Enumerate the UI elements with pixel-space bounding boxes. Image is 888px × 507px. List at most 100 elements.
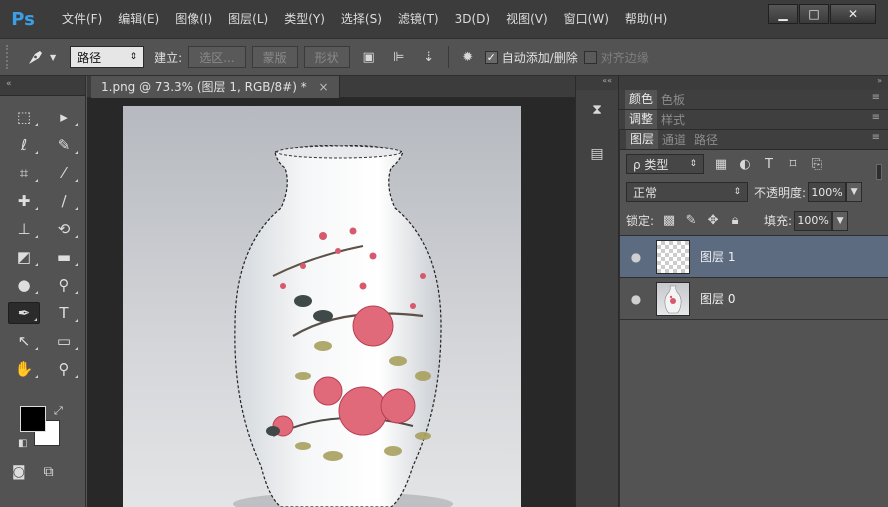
filter-pixel-icon[interactable]: ▦ <box>714 157 728 172</box>
blend-mode-select[interactable]: 正常 ⇕ <box>626 182 748 202</box>
lock-all-icon[interactable]: 🔒︎ <box>728 213 742 228</box>
make-shape-button[interactable]: 形状 <box>303 46 350 68</box>
rectangle-tool-icon[interactable]: ▭ <box>48 330 80 352</box>
panel-scrollbar[interactable] <box>876 164 882 180</box>
tab-adjustments[interactable]: 调整 <box>625 110 658 129</box>
pen-tool-icon <box>29 51 42 64</box>
collapsed-panels-header[interactable]: «« <box>576 76 618 90</box>
path-arrangement-icon[interactable]: ⇣ <box>418 46 440 68</box>
canvas[interactable] <box>123 106 521 507</box>
lock-position-icon[interactable]: ✥ <box>706 213 720 228</box>
menu-file[interactable]: 文件(F) <box>54 7 110 31</box>
screen-mode-icon[interactable]: ⧉ <box>44 464 54 480</box>
panel-menu-icon[interactable]: ≡ <box>872 92 880 103</box>
eraser-tool-icon[interactable]: ◩ <box>8 246 40 268</box>
brush-tool-icon[interactable]: ∕ <box>48 190 80 212</box>
align-edges-checkbox[interactable]: 对齐边缘 <box>583 49 649 66</box>
layer-filter-select[interactable]: ρ 类型 ⇕ <box>626 154 704 174</box>
history-brush-tool-icon[interactable]: ⟲ <box>48 218 80 240</box>
paint-bucket-tool-icon[interactable]: ● <box>8 274 40 296</box>
close-tab-icon[interactable]: × <box>319 80 329 94</box>
path-operations-icon[interactable]: ▣ <box>358 46 380 68</box>
path-select-tool-icon[interactable]: ↖ <box>8 330 40 352</box>
menu-select[interactable]: 选择(S) <box>333 7 390 31</box>
panel-menu-icon[interactable]: ≡ <box>872 112 880 123</box>
fill-slider-button[interactable]: ▼ <box>832 210 849 231</box>
menu-view[interactable]: 视图(V) <box>498 7 556 31</box>
minimize-button[interactable]: ▁ <box>768 4 798 24</box>
tools-panel-header[interactable]: « <box>0 76 85 96</box>
select-arrows-icon: ⇕ <box>129 52 138 62</box>
layer-row-1[interactable]: ● 图层 1 <box>620 236 888 278</box>
tab-styles[interactable]: 样式 <box>657 111 689 128</box>
menu-layer[interactable]: 图层(L) <box>220 7 276 31</box>
properties-panel-icon[interactable]: ▤ <box>583 142 611 166</box>
menu-window[interactable]: 窗口(W) <box>556 7 617 31</box>
swap-colors-icon[interactable]: ⤢ <box>54 404 63 418</box>
quick-mask-icon[interactable]: ◙ <box>12 464 26 480</box>
right-panels-header[interactable]: » <box>619 76 888 90</box>
layer-row-0[interactable]: ● 图层 0 <box>620 278 888 320</box>
lasso-tool-icon[interactable]: ℓ <box>8 134 40 156</box>
eyedropper-tool-icon[interactable]: ⁄ <box>48 162 80 184</box>
quick-select-tool-icon[interactable]: ✎ <box>48 134 80 156</box>
panel-menu-icon[interactable]: ≡ <box>872 132 880 143</box>
gradient-tool-icon[interactable]: ▬ <box>48 246 80 268</box>
lock-pixels-icon[interactable]: ✎ <box>684 213 698 228</box>
vase-image <box>233 145 453 507</box>
fill-field[interactable]: 100% <box>794 210 833 231</box>
foreground-color-swatch[interactable] <box>20 406 46 432</box>
opacity-slider-button[interactable]: ▼ <box>846 182 863 202</box>
chevron-down-icon: ▼ <box>50 52 57 62</box>
menu-type[interactable]: 类型(Y) <box>276 7 333 31</box>
menu-help[interactable]: 帮助(H) <box>617 7 675 31</box>
default-colors-icon[interactable]: ◧ <box>18 438 27 449</box>
menu-image[interactable]: 图像(I) <box>167 7 220 31</box>
path-alignment-icon[interactable]: ⊫ <box>388 46 410 68</box>
filter-adjustment-icon[interactable]: ◐ <box>738 157 752 172</box>
gear-icon[interactable]: ✹ <box>457 46 479 68</box>
layer-name[interactable]: 图层 0 <box>700 290 735 307</box>
lock-row: 锁定: ▩ ✎ ✥ 🔒︎ 填充: 100% ▼ <box>620 206 888 236</box>
filter-shape-icon[interactable]: ⌑ <box>786 157 800 172</box>
tab-layers[interactable]: 图层 <box>626 130 659 149</box>
healing-brush-tool-icon[interactable]: ✚ <box>8 190 40 212</box>
menu-edit[interactable]: 编辑(E) <box>110 7 167 31</box>
tab-paths[interactable]: 路径 <box>690 131 722 148</box>
document-tab[interactable]: 1.png @ 73.3% (图层 1, RGB/8#) * × <box>91 76 340 98</box>
hand-tool-icon[interactable]: ✋ <box>8 358 40 380</box>
layer-thumbnail <box>656 239 690 274</box>
lock-transparent-icon[interactable]: ▩ <box>662 213 676 228</box>
eye-icon[interactable]: ● <box>620 250 652 264</box>
zoom-tool-icon[interactable]: ⚲ <box>48 358 80 380</box>
crop-tool-icon[interactable]: ⌗ <box>8 162 40 184</box>
clone-stamp-tool-icon[interactable]: ⊥ <box>8 218 40 240</box>
path-mode-select[interactable]: 路径 ⇕ <box>70 46 145 68</box>
move-tool-icon[interactable]: ▸ <box>48 106 80 128</box>
auto-add-delete-checkbox[interactable]: ✓ 自动添加/删除 <box>484 49 578 66</box>
filter-smart-object-icon[interactable]: ⎘ <box>810 157 824 172</box>
make-mask-button[interactable]: 蒙版 <box>251 46 298 68</box>
type-tool-icon[interactable]: T <box>48 302 80 324</box>
options-grip[interactable] <box>6 45 12 69</box>
history-panel-icon[interactable]: ⧗ <box>583 98 611 122</box>
collapsed-panels-column: «« ⧗ ▤ <box>575 76 619 507</box>
dodge-tool-icon[interactable]: ⚲ <box>48 274 80 296</box>
filter-type-icon[interactable]: T <box>762 157 776 172</box>
layer-name[interactable]: 图层 1 <box>700 248 735 265</box>
checkbox-checked-icon: ✓ <box>484 50 498 64</box>
tool-preset-picker[interactable]: ▼ <box>26 48 56 66</box>
tab-channels[interactable]: 通道 <box>658 131 690 148</box>
marquee-tool-icon[interactable]: ⬚ <box>8 106 40 128</box>
eye-icon[interactable]: ● <box>620 292 652 306</box>
maximize-button[interactable]: □ <box>799 4 829 24</box>
tab-color[interactable]: 颜色 <box>625 90 658 109</box>
make-selection-button[interactable]: 选区... <box>188 46 246 68</box>
close-button[interactable]: ✕ <box>830 4 876 24</box>
pen-tool-icon[interactable]: ✒ <box>8 302 40 324</box>
opacity-field[interactable]: 100% <box>808 182 847 202</box>
tab-swatches[interactable]: 色板 <box>657 91 689 108</box>
menu-filter[interactable]: 滤镜(T) <box>390 7 447 31</box>
path-mode-value: 路径 <box>77 50 102 65</box>
menu-3d[interactable]: 3D(D) <box>447 7 498 31</box>
